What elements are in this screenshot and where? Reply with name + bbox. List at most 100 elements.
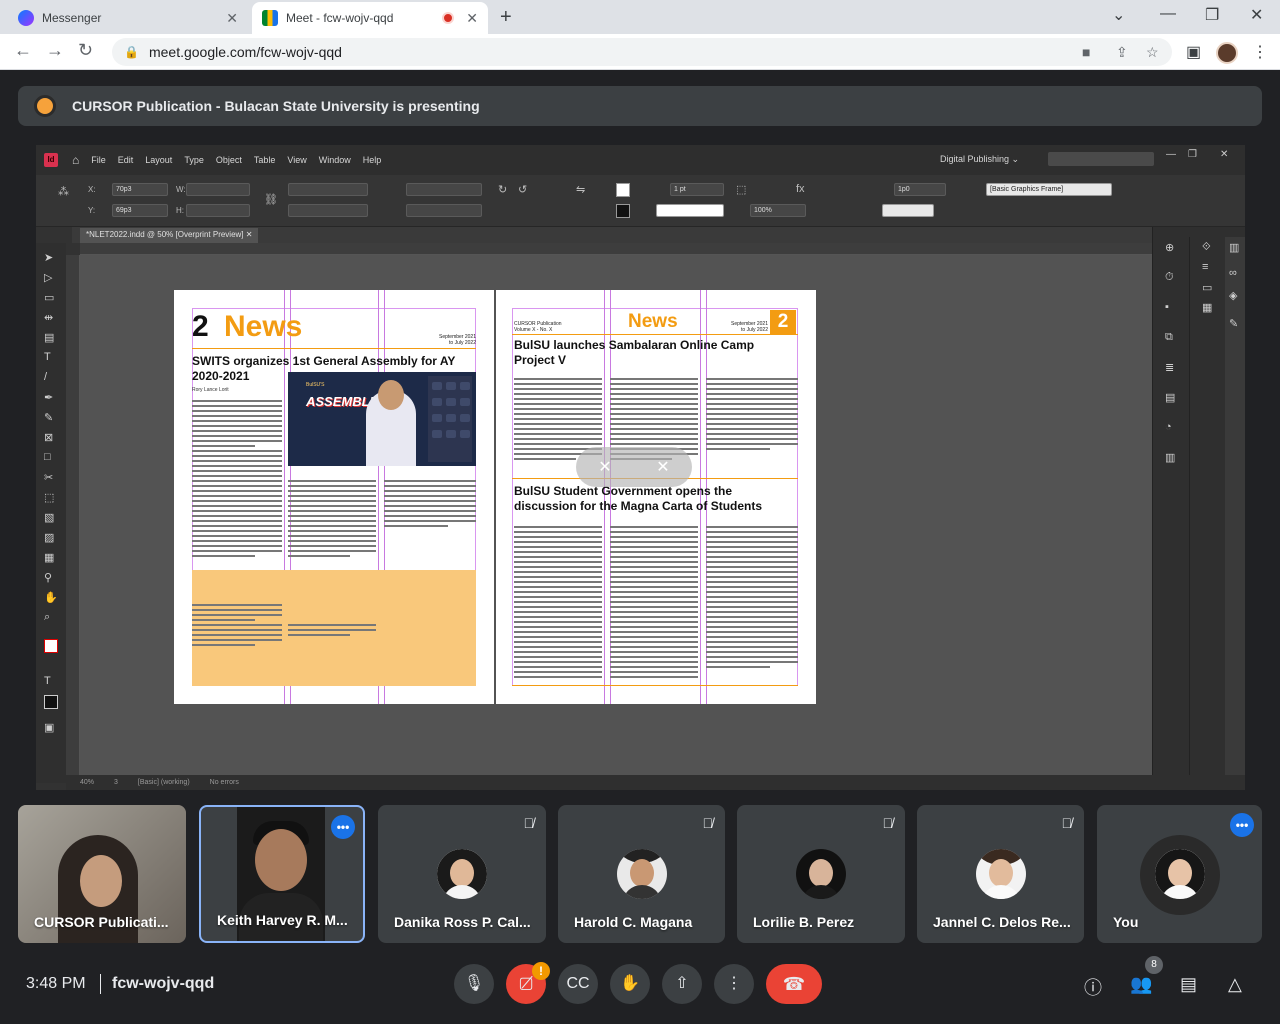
w-field[interactable] [186,183,250,196]
scale-x-field[interactable] [288,183,368,196]
shear-field[interactable] [406,204,482,217]
rectangle-frame-tool-icon[interactable]: ⊠ [44,431,53,444]
more-options-button[interactable]: ⋮ [714,964,754,1004]
new-tab-button[interactable]: + [500,6,512,29]
menu-file[interactable]: File [91,155,106,165]
browser-menu-icon[interactable]: ⋮ [1252,42,1268,62]
indesign-search-field[interactable] [1048,152,1154,166]
stroke-type-select[interactable] [656,204,724,217]
menu-window[interactable]: Window [319,155,351,165]
participant-tile[interactable]: 🎙̸ Lorilie B. Perez [737,805,905,943]
eyedropper-tool-icon[interactable]: ⚲ [44,571,52,584]
free-transform-tool-icon[interactable]: ⬚ [44,491,54,504]
menu-table[interactable]: Table [254,155,276,165]
frame-fit-icon[interactable]: ⬚ [736,183,746,196]
raise-hand-button[interactable]: ✋ [610,964,650,1004]
profile-avatar[interactable] [1216,42,1238,64]
tab-search-icon[interactable]: ⌄ [1112,5,1125,25]
stroke-panel-icon[interactable]: ≣ [1165,361,1174,374]
tab-meet[interactable]: Meet - fcw-wojv-qqd ✕ [252,2,488,34]
properties-panel-icon[interactable]: ⊕ [1165,241,1174,254]
effects-panel-icon[interactable]: ▥ [1165,451,1175,464]
participant-tile[interactable]: ••• Keith Harvey R. M... [199,805,365,943]
screen-mode-icon[interactable]: ▣ [44,721,54,734]
table-styles-icon[interactable]: ▦ [1202,301,1212,314]
fill-swatch-none[interactable] [616,183,630,197]
lock-icon[interactable]: 🔒 [124,45,139,59]
restore-icon[interactable]: ❐ [1205,5,1219,25]
presentation-overlay-controls[interactable]: ✕ ✕ [576,447,692,487]
layers-panel-icon[interactable]: ⧉ [1165,331,1173,344]
document-tab[interactable]: *NLET2022.indd @ 50% [Overprint Preview]… [80,228,259,243]
note-tool-icon[interactable]: ▦ [44,551,54,564]
paragraph-styles-icon[interactable]: ⟐ [1202,241,1211,254]
close-tab-icon[interactable]: ✕ [226,10,238,27]
participant-tile-self[interactable]: ••• You [1097,805,1262,943]
reload-icon[interactable]: ↻ [78,40,93,61]
side-panel-icon[interactable]: ▣ [1186,42,1201,62]
swatches-panel-icon[interactable]: ▤ [1165,391,1175,404]
links-panel-icon[interactable]: ⏱ [1165,271,1174,284]
corner-field[interactable] [882,204,934,217]
working-style[interactable]: [Basic] (working) [138,779,190,786]
captions-button[interactable]: CC [558,964,598,1004]
apply-color-icon[interactable] [44,695,58,709]
edit-icon[interactable]: ✎ [1229,317,1238,330]
constrain-icon[interactable]: ⛓ [264,193,278,206]
leave-call-button[interactable]: ☎ [766,964,822,1004]
formatting-affects-icon[interactable]: T [44,675,51,687]
gradient-panel-icon[interactable]: ◔ [1165,421,1172,433]
forward-icon[interactable]: → [46,40,64,61]
gradient-tool-icon[interactable]: ▧ [44,511,54,524]
id-close-icon[interactable]: ✕ [1220,149,1228,160]
camera-in-use-icon[interactable]: ■ [1082,44,1090,60]
address-bar[interactable]: 🔒 meet.google.com/fcw-wojv-qqd ■ ⇪ ☆ [112,38,1172,66]
window-close-icon[interactable]: ✕ [1250,5,1263,25]
close-tab-icon[interactable]: ✕ [466,10,478,27]
reference-point-icon[interactable]: ⁂ [58,185,69,198]
hand-tool-icon[interactable]: ✋ [44,591,58,604]
opacity-field[interactable]: 100% [750,204,806,217]
gap-tool-icon[interactable]: ⇹ [44,311,53,324]
line-tool-icon[interactable]: / [44,371,47,383]
activities-icon[interactable]: △ [1228,974,1242,995]
chat-icon[interactable]: ▤ [1180,974,1197,995]
id-minimize-icon[interactable]: — [1166,149,1176,160]
share-icon[interactable]: ⇪ [1116,44,1128,61]
flip-icon[interactable]: ⇋ [576,183,585,196]
people-icon[interactable]: 👥 [1130,974,1152,995]
mute-presentation-icon[interactable]: ✕ [656,457,669,477]
menu-layout[interactable]: Layout [145,155,172,165]
stroke-swatch[interactable] [616,204,630,218]
fill-stroke-swatch[interactable] [44,639,58,653]
menu-object[interactable]: Object [216,155,242,165]
participant-tile[interactable]: 🎙̸ Harold C. Magana [558,805,725,943]
type-tool-icon[interactable]: T [44,351,51,363]
zoom-tool-icon[interactable]: ⌕ [44,611,50,624]
scissors-tool-icon[interactable]: ✂ [44,471,53,484]
home-icon[interactable]: ⌂ [72,153,79,167]
page-number-field[interactable]: 3 [114,779,118,786]
object-styles-icon[interactable]: ▭ [1202,281,1212,294]
y-field[interactable]: 69p3 [112,204,168,217]
gradient-feather-icon[interactable]: ▨ [44,531,54,544]
menu-help[interactable]: Help [363,155,382,165]
layers-icon[interactable]: ◈ [1229,289,1237,302]
character-styles-icon[interactable]: ≡ [1202,261,1208,273]
participant-tile[interactable]: 🎙̸ Jannel C. Delos Re... [917,805,1084,943]
back-icon[interactable]: ← [14,40,32,61]
zoom-level[interactable]: 40% [80,779,94,786]
h-field[interactable] [186,204,250,217]
x-field[interactable]: 70p3 [112,183,168,196]
direct-selection-tool-icon[interactable]: ▷ [44,271,52,284]
workspace-switcher[interactable]: Digital Publishing ⌄ [940,154,1019,165]
bookmark-star-icon[interactable]: ☆ [1146,44,1159,61]
menu-view[interactable]: View [287,155,306,165]
rotate-cw-icon[interactable]: ↻ [498,183,507,196]
cc-libraries-icon[interactable]: ▥ [1229,241,1239,254]
participant-tile[interactable]: CURSOR Publicati... [18,805,186,943]
minimize-icon[interactable]: — [1160,5,1176,23]
selection-tool-icon[interactable]: ➤ [44,251,53,264]
gap-field[interactable]: 1p0 [894,183,946,196]
menu-type[interactable]: Type [184,155,204,165]
